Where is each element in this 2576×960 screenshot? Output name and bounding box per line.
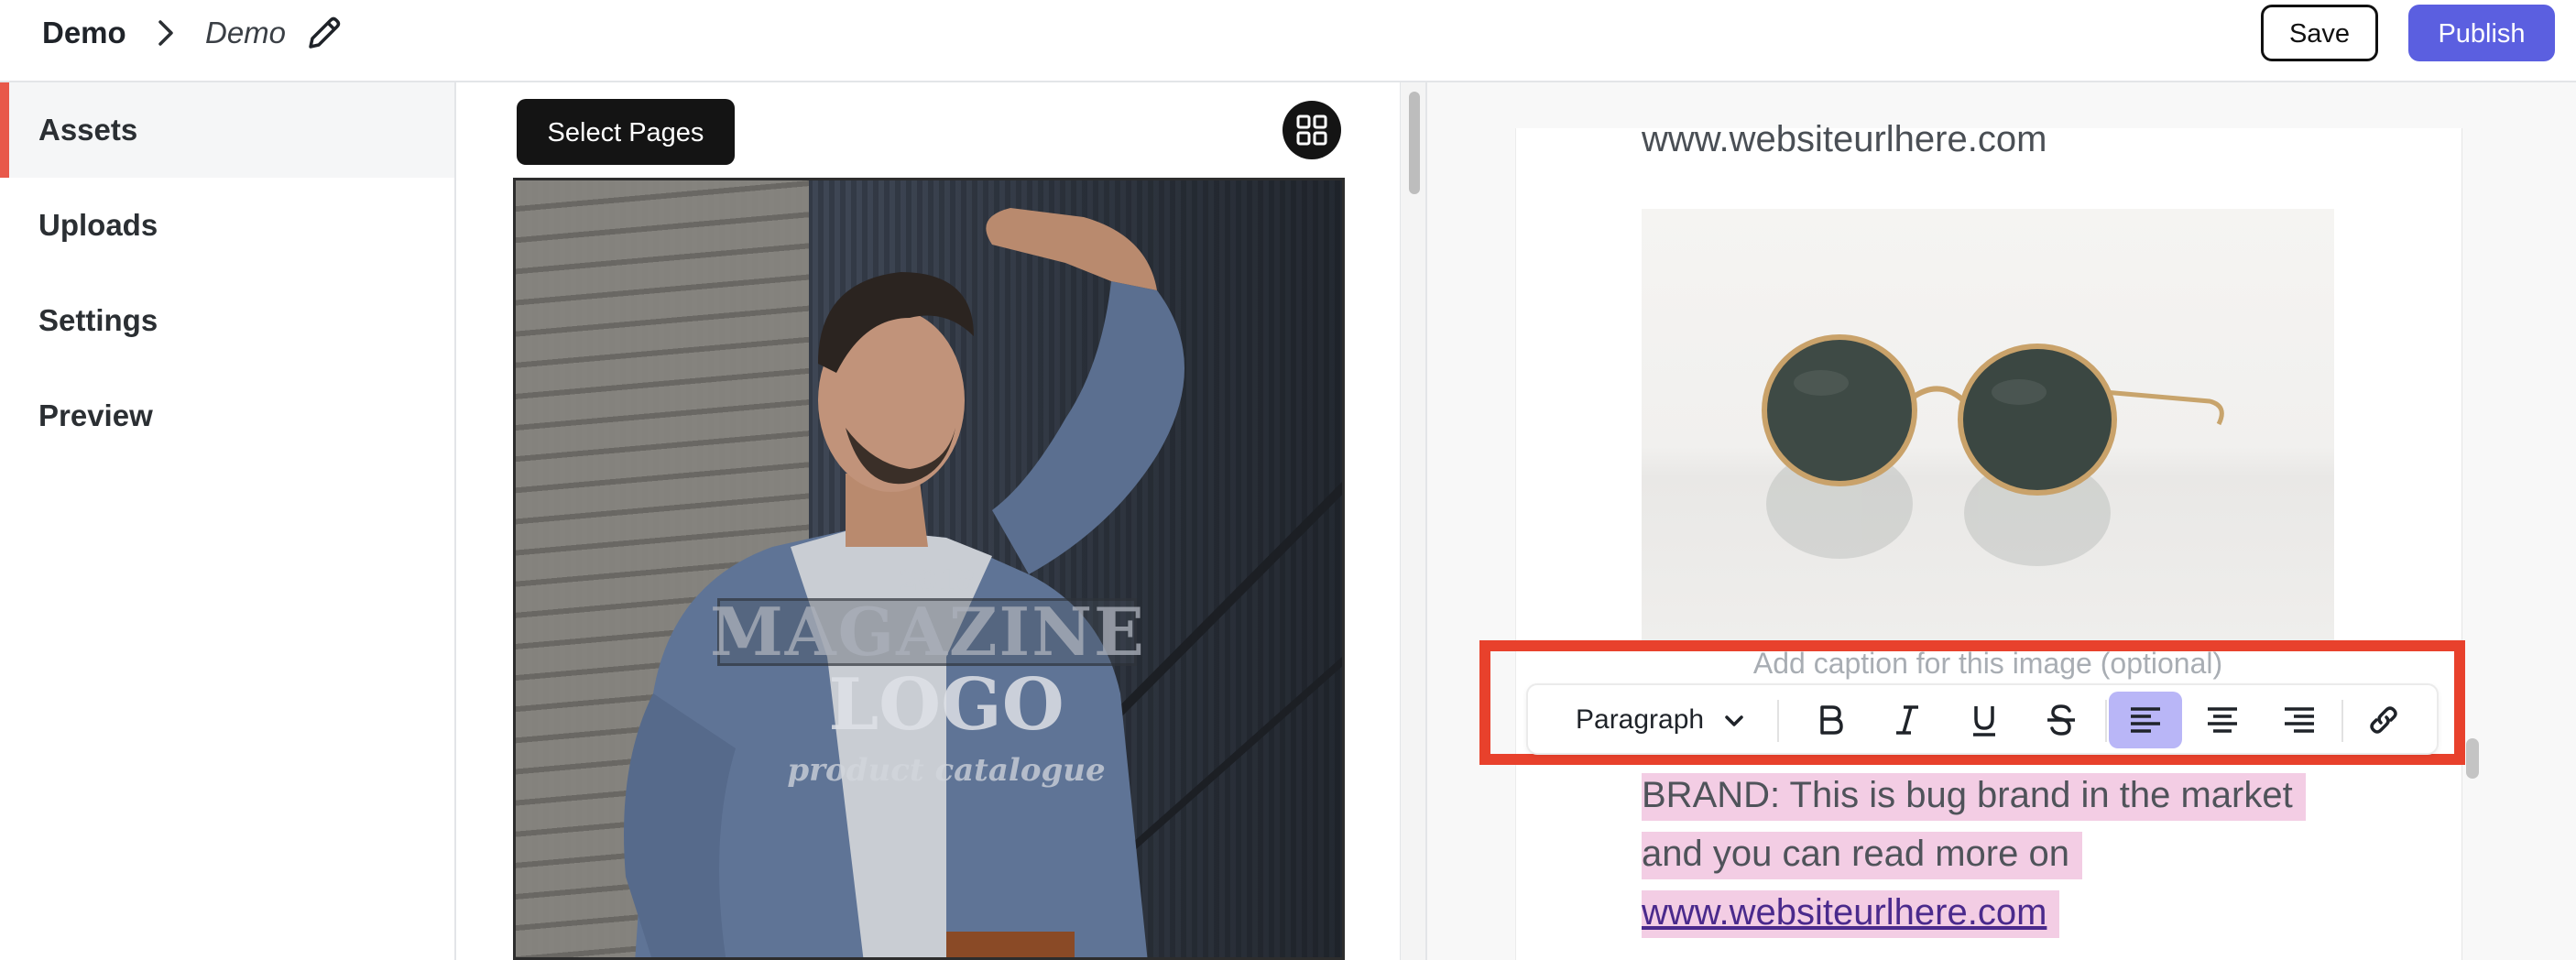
grid-view-button[interactable] (1283, 101, 1341, 159)
sidebar-item-label: Preview (38, 398, 153, 432)
product-image[interactable] (1642, 209, 2334, 641)
link-icon (2370, 706, 2397, 734)
selected-text-line: and you can read more on (1642, 832, 2082, 879)
block-type-select[interactable]: Paragraph (1576, 702, 1704, 738)
editor-scrollbar-thumb[interactable] (2466, 738, 2479, 779)
editor-paragraph[interactable]: BRAND: This is bug brand in the market a… (1642, 766, 2347, 942)
toolbar-divider (2105, 700, 2107, 742)
align-right-button[interactable] (2263, 692, 2336, 748)
sidebar-item-label: Assets (38, 113, 138, 147)
toolbar-divider (1777, 700, 1779, 742)
align-center-icon (2208, 707, 2237, 733)
align-center-button[interactable] (2186, 692, 2259, 748)
breadcrumb-current[interactable]: Demo (205, 13, 286, 53)
top-bar: Demo Demo Save Publish (0, 0, 2576, 82)
chevron-down-icon[interactable] (1722, 709, 1746, 733)
sidebar-item-assets[interactable]: Assets (0, 82, 454, 178)
sidebar-item-label: Settings (38, 303, 158, 337)
save-button[interactable]: Save (2261, 5, 2378, 61)
strikethrough-icon (2047, 704, 2075, 736)
formatting-toolbar: Paragraph (1526, 683, 2439, 755)
sidebar: Assets Uploads Settings Preview (0, 82, 456, 960)
strikethrough-button[interactable] (2025, 692, 2098, 748)
pages-panel: Select Pages 2018 MAGAZINE LOGO product … (456, 82, 1400, 960)
link-button[interactable] (2347, 692, 2420, 748)
align-left-icon (2131, 707, 2160, 733)
bold-icon (1820, 705, 1843, 735)
sidebar-item-uploads[interactable]: Uploads (0, 178, 454, 273)
sidebar-item-settings[interactable]: Settings (0, 273, 454, 368)
sidebar-item-label: Uploads (38, 208, 158, 242)
chevron-right-icon (158, 20, 173, 46)
breadcrumb-root[interactable]: Demo (42, 13, 126, 53)
cover-subtitle: product catalogue (787, 752, 1106, 789)
cover-logo: LOGO (828, 663, 1064, 747)
align-left-button[interactable] (2109, 692, 2182, 748)
publish-button[interactable]: Publish (2408, 5, 2555, 61)
underline-icon (1973, 706, 1995, 736)
bold-button[interactable] (1794, 692, 1867, 748)
select-pages-button[interactable]: Select Pages (517, 99, 735, 165)
sunglasses-image (1762, 334, 2224, 566)
pages-scrollbar[interactable] (1400, 82, 1427, 960)
underline-button[interactable] (1948, 692, 2021, 748)
body-link[interactable]: www.websiteurlhere.com (1642, 892, 2047, 933)
grid-icon (1296, 115, 1327, 146)
toolbar-divider (2341, 700, 2343, 742)
cover-title: MAGAZINE (710, 593, 1146, 671)
url-text[interactable]: www.websiteurlhere.com (1642, 119, 2047, 160)
pages-scrollbar-thumb[interactable] (1409, 92, 1420, 194)
italic-icon (1896, 705, 1918, 735)
sidebar-item-preview[interactable]: Preview (0, 368, 454, 464)
page-thumbnail-cover[interactable]: 2018 MAGAZINE LOGO product catalogue (513, 178, 1345, 960)
align-right-icon (2285, 707, 2314, 733)
selected-text-line: BRAND: This is bug brand in the market (1642, 773, 2306, 821)
italic-button[interactable] (1871, 692, 1944, 748)
pencil-icon[interactable] (302, 11, 346, 55)
